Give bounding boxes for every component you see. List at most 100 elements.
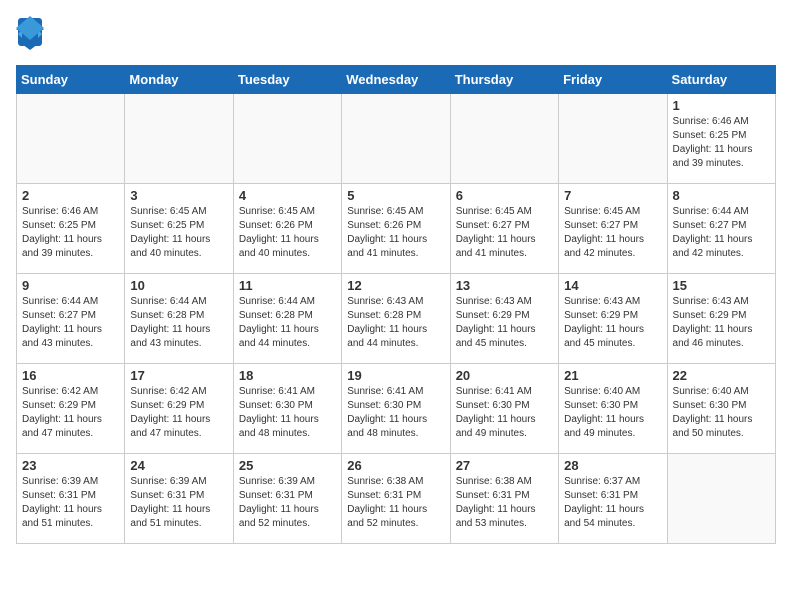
day-info: Sunrise: 6:42 AM Sunset: 6:29 PM Dayligh…: [130, 385, 227, 441]
day-info: Sunrise: 6:45 AM Sunset: 6:26 PM Dayligh…: [347, 205, 444, 261]
column-header-wednesday: Wednesday: [342, 66, 450, 94]
day-number: 1: [673, 98, 770, 113]
day-cell: 13 Sunrise: 6:43 AM Sunset: 6:29 PM Dayli…: [450, 274, 558, 364]
day-number: 20: [456, 368, 553, 383]
column-header-thursday: Thursday: [450, 66, 558, 94]
day-info: Sunrise: 6:45 AM Sunset: 6:27 PM Dayligh…: [456, 205, 553, 261]
day-cell: [233, 94, 341, 184]
column-header-friday: Friday: [559, 66, 667, 94]
day-number: 10: [130, 278, 227, 293]
day-info: Sunrise: 6:46 AM Sunset: 6:25 PM Dayligh…: [673, 115, 770, 171]
week-row-1: 1 Sunrise: 6:46 AM Sunset: 6:25 PM Daylig…: [17, 94, 776, 184]
day-number: 25: [239, 458, 336, 473]
week-row-5: 23 Sunrise: 6:39 AM Sunset: 6:31 PM Dayli…: [17, 454, 776, 544]
day-number: 17: [130, 368, 227, 383]
logo-icon: [16, 16, 44, 55]
day-info: Sunrise: 6:38 AM Sunset: 6:31 PM Dayligh…: [456, 475, 553, 531]
day-cell: 3 Sunrise: 6:45 AM Sunset: 6:25 PM Daylig…: [125, 184, 233, 274]
day-info: Sunrise: 6:43 AM Sunset: 6:28 PM Dayligh…: [347, 295, 444, 351]
day-info: Sunrise: 6:42 AM Sunset: 6:29 PM Dayligh…: [22, 385, 119, 441]
day-number: 7: [564, 188, 661, 203]
day-number: 26: [347, 458, 444, 473]
day-info: Sunrise: 6:39 AM Sunset: 6:31 PM Dayligh…: [130, 475, 227, 531]
day-cell: [559, 94, 667, 184]
day-cell: 26 Sunrise: 6:38 AM Sunset: 6:31 PM Dayli…: [342, 454, 450, 544]
day-info: Sunrise: 6:40 AM Sunset: 6:30 PM Dayligh…: [564, 385, 661, 441]
day-info: Sunrise: 6:44 AM Sunset: 6:28 PM Dayligh…: [130, 295, 227, 351]
day-info: Sunrise: 6:45 AM Sunset: 6:26 PM Dayligh…: [239, 205, 336, 261]
day-cell: 2 Sunrise: 6:46 AM Sunset: 6:25 PM Daylig…: [17, 184, 125, 274]
day-info: Sunrise: 6:41 AM Sunset: 6:30 PM Dayligh…: [239, 385, 336, 441]
day-info: Sunrise: 6:43 AM Sunset: 6:29 PM Dayligh…: [564, 295, 661, 351]
day-cell: 27 Sunrise: 6:38 AM Sunset: 6:31 PM Dayli…: [450, 454, 558, 544]
day-info: Sunrise: 6:38 AM Sunset: 6:31 PM Dayligh…: [347, 475, 444, 531]
day-cell: [125, 94, 233, 184]
day-cell: 12 Sunrise: 6:43 AM Sunset: 6:28 PM Dayli…: [342, 274, 450, 364]
day-info: Sunrise: 6:44 AM Sunset: 6:28 PM Dayligh…: [239, 295, 336, 351]
day-cell: 14 Sunrise: 6:43 AM Sunset: 6:29 PM Dayli…: [559, 274, 667, 364]
day-info: Sunrise: 6:39 AM Sunset: 6:31 PM Dayligh…: [22, 475, 119, 531]
day-number: 2: [22, 188, 119, 203]
day-cell: 20 Sunrise: 6:41 AM Sunset: 6:30 PM Dayli…: [450, 364, 558, 454]
day-number: 18: [239, 368, 336, 383]
day-cell: 10 Sunrise: 6:44 AM Sunset: 6:28 PM Dayli…: [125, 274, 233, 364]
day-cell: 18 Sunrise: 6:41 AM Sunset: 6:30 PM Dayli…: [233, 364, 341, 454]
day-cell: 6 Sunrise: 6:45 AM Sunset: 6:27 PM Daylig…: [450, 184, 558, 274]
day-cell: 15 Sunrise: 6:43 AM Sunset: 6:29 PM Dayli…: [667, 274, 775, 364]
day-number: 11: [239, 278, 336, 293]
week-row-4: 16 Sunrise: 6:42 AM Sunset: 6:29 PM Dayli…: [17, 364, 776, 454]
day-info: Sunrise: 6:46 AM Sunset: 6:25 PM Dayligh…: [22, 205, 119, 261]
day-info: Sunrise: 6:37 AM Sunset: 6:31 PM Dayligh…: [564, 475, 661, 531]
day-cell: 4 Sunrise: 6:45 AM Sunset: 6:26 PM Daylig…: [233, 184, 341, 274]
day-number: 14: [564, 278, 661, 293]
day-number: 22: [673, 368, 770, 383]
day-number: 28: [564, 458, 661, 473]
day-info: Sunrise: 6:41 AM Sunset: 6:30 PM Dayligh…: [347, 385, 444, 441]
calendar-body: 1 Sunrise: 6:46 AM Sunset: 6:25 PM Daylig…: [17, 94, 776, 544]
day-number: 5: [347, 188, 444, 203]
day-cell: 17 Sunrise: 6:42 AM Sunset: 6:29 PM Dayli…: [125, 364, 233, 454]
day-cell: 25 Sunrise: 6:39 AM Sunset: 6:31 PM Dayli…: [233, 454, 341, 544]
day-cell: 9 Sunrise: 6:44 AM Sunset: 6:27 PM Daylig…: [17, 274, 125, 364]
day-cell: [667, 454, 775, 544]
calendar-table: SundayMondayTuesdayWednesdayThursdayFrid…: [16, 65, 776, 544]
day-cell: 1 Sunrise: 6:46 AM Sunset: 6:25 PM Daylig…: [667, 94, 775, 184]
day-info: Sunrise: 6:39 AM Sunset: 6:31 PM Dayligh…: [239, 475, 336, 531]
day-number: 12: [347, 278, 444, 293]
day-number: 27: [456, 458, 553, 473]
day-number: 23: [22, 458, 119, 473]
logo: [16, 16, 48, 55]
day-info: Sunrise: 6:44 AM Sunset: 6:27 PM Dayligh…: [22, 295, 119, 351]
day-cell: 23 Sunrise: 6:39 AM Sunset: 6:31 PM Dayli…: [17, 454, 125, 544]
day-number: 21: [564, 368, 661, 383]
day-cell: 11 Sunrise: 6:44 AM Sunset: 6:28 PM Dayli…: [233, 274, 341, 364]
day-number: 13: [456, 278, 553, 293]
day-info: Sunrise: 6:45 AM Sunset: 6:25 PM Dayligh…: [130, 205, 227, 261]
header: [16, 16, 776, 55]
day-number: 16: [22, 368, 119, 383]
day-cell: 24 Sunrise: 6:39 AM Sunset: 6:31 PM Dayli…: [125, 454, 233, 544]
week-row-3: 9 Sunrise: 6:44 AM Sunset: 6:27 PM Daylig…: [17, 274, 776, 364]
day-cell: 28 Sunrise: 6:37 AM Sunset: 6:31 PM Dayli…: [559, 454, 667, 544]
day-cell: [342, 94, 450, 184]
column-header-sunday: Sunday: [17, 66, 125, 94]
day-number: 24: [130, 458, 227, 473]
day-info: Sunrise: 6:40 AM Sunset: 6:30 PM Dayligh…: [673, 385, 770, 441]
day-number: 6: [456, 188, 553, 203]
column-header-monday: Monday: [125, 66, 233, 94]
day-cell: 22 Sunrise: 6:40 AM Sunset: 6:30 PM Dayli…: [667, 364, 775, 454]
day-cell: 19Sunrise: 6:41 AM Sunset: 6:30 PM Dayli…: [342, 364, 450, 454]
day-cell: 21 Sunrise: 6:40 AM Sunset: 6:30 PM Dayli…: [559, 364, 667, 454]
day-number: 15: [673, 278, 770, 293]
week-row-2: 2 Sunrise: 6:46 AM Sunset: 6:25 PM Daylig…: [17, 184, 776, 274]
day-info: Sunrise: 6:43 AM Sunset: 6:29 PM Dayligh…: [673, 295, 770, 351]
day-cell: 7Sunrise: 6:45 AM Sunset: 6:27 PM Daylig…: [559, 184, 667, 274]
day-cell: 5 Sunrise: 6:45 AM Sunset: 6:26 PM Daylig…: [342, 184, 450, 274]
day-number: 4: [239, 188, 336, 203]
day-info: Sunrise: 6:41 AM Sunset: 6:30 PM Dayligh…: [456, 385, 553, 441]
day-info: Sunrise: 6:43 AM Sunset: 6:29 PM Dayligh…: [456, 295, 553, 351]
day-number: 9: [22, 278, 119, 293]
column-header-saturday: Saturday: [667, 66, 775, 94]
day-number: 3: [130, 188, 227, 203]
day-cell: 8Sunrise: 6:44 AM Sunset: 6:27 PM Daylig…: [667, 184, 775, 274]
